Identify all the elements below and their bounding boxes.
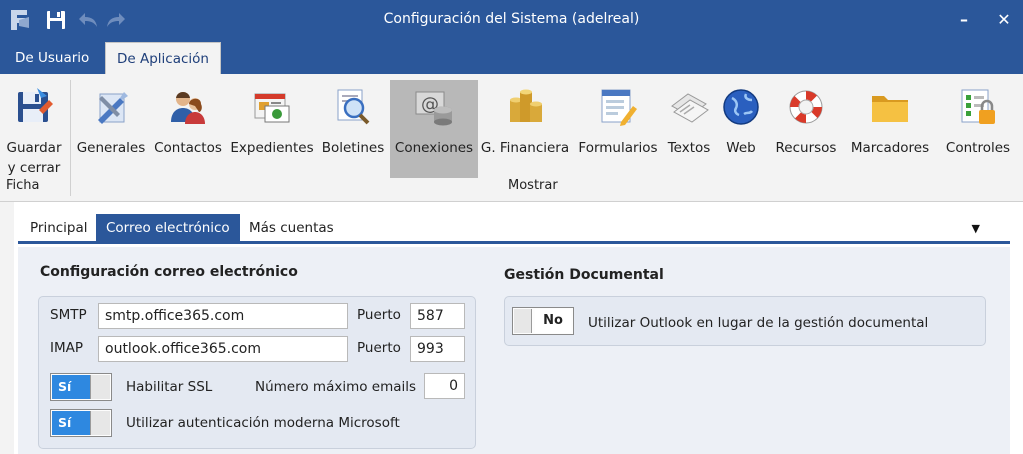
ribbon-button-controles[interactable]: Controles (940, 80, 1016, 178)
ribbon-label-web: Web (726, 140, 756, 156)
subtab-mas-cuentas[interactable]: Más cuentas (239, 214, 344, 243)
coins-icon (504, 86, 546, 128)
left-gutter (0, 202, 14, 454)
smtp-port-input[interactable]: 587 (410, 303, 465, 329)
at-database-icon: @ (413, 86, 455, 128)
ribbon-button-web[interactable]: Web (716, 80, 766, 178)
title-bar: Configuración del Sistema (adelreal) – ✕ (0, 0, 1023, 40)
ribbon-button-g-financiera[interactable]: G. Financiera (478, 80, 572, 178)
ribbon-button-expedientes[interactable]: Expedientes (229, 80, 315, 178)
ribbon-button-marcadores[interactable]: Marcadores (846, 80, 934, 178)
smtp-port-label: Puerto (357, 307, 401, 323)
ribbon-button-recursos[interactable]: Recursos (772, 80, 840, 178)
ribbon-tab-strip: De Usuario De Aplicación (0, 40, 1023, 74)
subtab-strip: Principal Correo electrónico Más cuentas… (18, 212, 1010, 244)
close-button[interactable]: ✕ (990, 6, 1018, 34)
ribbon: Guardar y cerrar Ficha Generales Contact… (0, 74, 1023, 202)
ribbon-label-textos: Textos (667, 140, 711, 156)
imap-port-input[interactable]: 993 (410, 336, 465, 362)
tab-de-usuario[interactable]: De Usuario (4, 42, 100, 74)
save-close-icon (13, 86, 55, 128)
ribbon-label-contactos: Contactos (154, 140, 222, 156)
ribbon-button-generales[interactable]: Generales (74, 80, 148, 178)
save-close-label-2: y cerrar (7, 160, 61, 176)
ssl-toggle[interactable]: Sí (50, 373, 112, 401)
ribbon-label-boletines: Boletines (321, 140, 385, 156)
email-config-group: SMTP smtp.office365.com Puerto 587 IMAP … (38, 296, 476, 449)
ribbon-label-recursos: Recursos (775, 140, 837, 156)
toggle-knob (514, 309, 532, 333)
doc-management-heading: Gestión Documental (504, 267, 664, 283)
email-config-heading: Configuración correo electrónico (40, 264, 298, 280)
folder-file-icon (251, 86, 293, 128)
lifebuoy-icon (785, 86, 827, 128)
smtp-input[interactable]: smtp.office365.com (98, 303, 348, 329)
imap-input[interactable]: outlook.office365.com (98, 336, 348, 362)
ssl-toggle-state: Sí (52, 375, 92, 399)
ribbon-button-contactos[interactable]: Contactos (152, 80, 224, 178)
dropdown-caret-icon[interactable]: ▼ (972, 222, 980, 235)
ribbon-label-formularios: Formularios (578, 140, 658, 156)
checklist-lock-icon (957, 86, 999, 128)
ribbon-label-g-financiera: G. Financiera (480, 140, 570, 156)
modern-auth-toggle-state: Sí (52, 411, 92, 435)
documents-icon (668, 86, 710, 128)
folder-icon (869, 86, 911, 128)
globe-icon (720, 86, 762, 128)
ribbon-button-textos[interactable]: Textos (664, 80, 714, 178)
ribbon-label-generales: Generales (76, 140, 146, 156)
subtab-correo-electronico[interactable]: Correo electrónico (96, 214, 240, 243)
max-emails-label: Número máximo emails (255, 379, 417, 395)
group-label-mostrar: Mostrar (508, 178, 558, 193)
outlook-toggle[interactable]: No (512, 307, 574, 335)
ribbon-label-controles: Controles (945, 140, 1011, 156)
tools-icon (90, 86, 132, 128)
save-close-button[interactable]: Guardar y cerrar (2, 80, 66, 178)
ribbon-label-conexiones: Conexiones (394, 140, 474, 156)
group-separator (70, 80, 71, 196)
group-label-ficha: Ficha (6, 178, 40, 193)
ribbon-label-marcadores: Marcadores (850, 140, 930, 156)
ribbon-button-formularios[interactable]: Formularios (576, 80, 660, 178)
doc-management-group: No Utilizar Outlook en lugar de la gesti… (504, 296, 986, 346)
tab-de-aplicacion[interactable]: De Aplicación (105, 42, 221, 74)
toggle-knob (90, 411, 110, 435)
outlook-toggle-state: No (535, 309, 571, 333)
ribbon-button-boletines[interactable]: Boletines (320, 80, 386, 178)
max-emails-input[interactable]: 0 (424, 373, 465, 399)
toggle-knob (90, 375, 110, 399)
ribbon-button-conexiones[interactable]: @ Conexiones (390, 80, 478, 178)
outlook-label: Utilizar Outlook en lugar de la gestión … (588, 315, 929, 331)
people-icon (167, 86, 209, 128)
ssl-label: Habilitar SSL (126, 379, 213, 395)
imap-port-label: Puerto (357, 340, 401, 356)
content-area: Principal Correo electrónico Más cuentas… (0, 202, 1023, 454)
smtp-label: SMTP (50, 307, 87, 323)
save-close-label-1: Guardar (6, 140, 62, 156)
imap-label: IMAP (50, 340, 84, 356)
minimize-button[interactable]: – (950, 6, 978, 34)
subtab-principal[interactable]: Principal (20, 214, 98, 243)
settings-panel: Configuración correo electrónico SMTP sm… (18, 247, 1010, 454)
magnifier-document-icon (332, 86, 374, 128)
window-title: Configuración del Sistema (adelreal) (383, 11, 640, 27)
ribbon-label-expedientes: Expedientes (230, 140, 314, 156)
form-pencil-icon (597, 86, 639, 128)
modern-auth-label: Utilizar autenticación moderna Microsoft (126, 415, 400, 431)
modern-auth-toggle[interactable]: Sí (50, 409, 112, 437)
